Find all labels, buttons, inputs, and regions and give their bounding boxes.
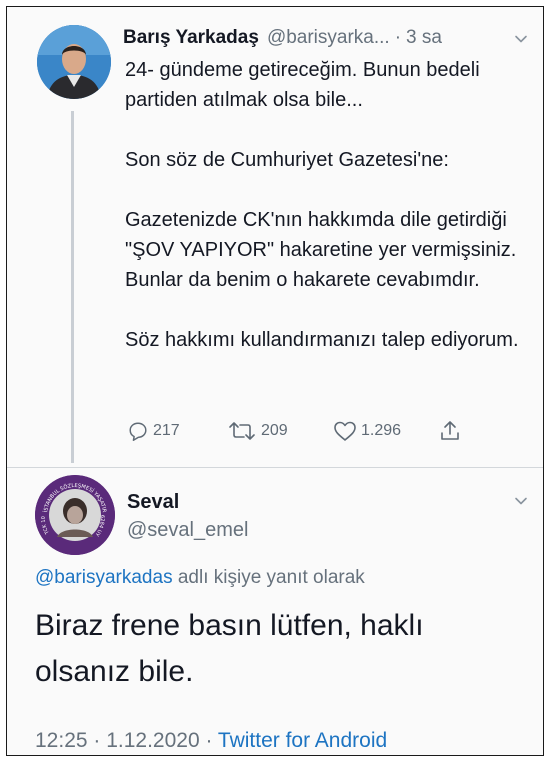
tweet1-header: Barış Yarkadaş @barisyarka... · 3 sa xyxy=(123,21,523,55)
tweet-screenshot-frame: Barış Yarkadaş @barisyarka... · 3 sa 24-… xyxy=(6,6,544,756)
reply-icon xyxy=(129,422,147,441)
tweet-divider xyxy=(7,467,543,468)
tweet1-body: 24- gündeme getireceğim. Bunun bedeli pa… xyxy=(125,55,525,355)
tweet-paragraph: Gazetenizde CK'nın hakkımda dile getirdi… xyxy=(125,209,517,291)
display-name[interactable]: Barış Yarkadaş xyxy=(123,27,259,49)
share-button[interactable] xyxy=(439,419,461,443)
reply-to-mention-link[interactable]: @barisyarkadas xyxy=(35,567,173,588)
share-icon xyxy=(441,421,459,440)
reply-context: @barisyarkadas adlı kişiye yanıt olarak xyxy=(35,567,365,589)
tweet-source-link[interactable]: Twitter for Android xyxy=(218,729,387,752)
tweet-meta: 12:25 · 1.12.2020 · Twitter for Android xyxy=(35,729,387,753)
thread-connector-line xyxy=(71,111,74,463)
like-button[interactable]: 1.296 xyxy=(333,420,439,442)
tweet1-action-bar: 217 209 1.296 xyxy=(127,419,461,443)
like-count: 1.296 xyxy=(361,422,402,439)
reply-to-suffix: adlı kişiye yanıt olarak xyxy=(172,567,365,588)
avatar-baris-yarkadas[interactable] xyxy=(37,25,111,99)
tweet2-body: Biraz frene basın lütfen, haklı olsanız … xyxy=(35,609,424,688)
tweet-timestamp[interactable]: 12:25 · 1.12.2020 · xyxy=(35,729,218,752)
tweet-time[interactable]: 3 sa xyxy=(406,27,442,49)
tweet-paragraph: 24- gündeme getireceğim. Bunun bedeli pa… xyxy=(125,59,480,111)
tweet-paragraph: Son söz de Cumhuriyet Gazetesi'ne: xyxy=(125,149,449,171)
reply-count: 217 xyxy=(153,422,180,439)
retweet-button[interactable]: 209 xyxy=(227,420,333,442)
chevron-down-icon[interactable] xyxy=(513,493,529,509)
like-icon xyxy=(334,421,356,441)
separator-dot: · xyxy=(394,27,402,48)
avatar-seval[interactable]: İSTANBUL SÖZLEŞMESİ YAŞATIR TCK 103 6284… xyxy=(35,475,115,555)
user-handle[interactable]: @seval_emel xyxy=(127,519,248,542)
retweet-icon xyxy=(229,422,255,440)
user-handle[interactable]: @barisyarka... xyxy=(267,27,390,49)
retweet-count: 209 xyxy=(261,422,288,439)
reply-button[interactable]: 217 xyxy=(127,420,227,442)
chevron-down-icon[interactable] xyxy=(513,31,529,47)
display-name[interactable]: Seval xyxy=(127,491,179,514)
tweet-paragraph: Söz hakkımı kullandırmanızı talep ediyor… xyxy=(125,329,519,351)
